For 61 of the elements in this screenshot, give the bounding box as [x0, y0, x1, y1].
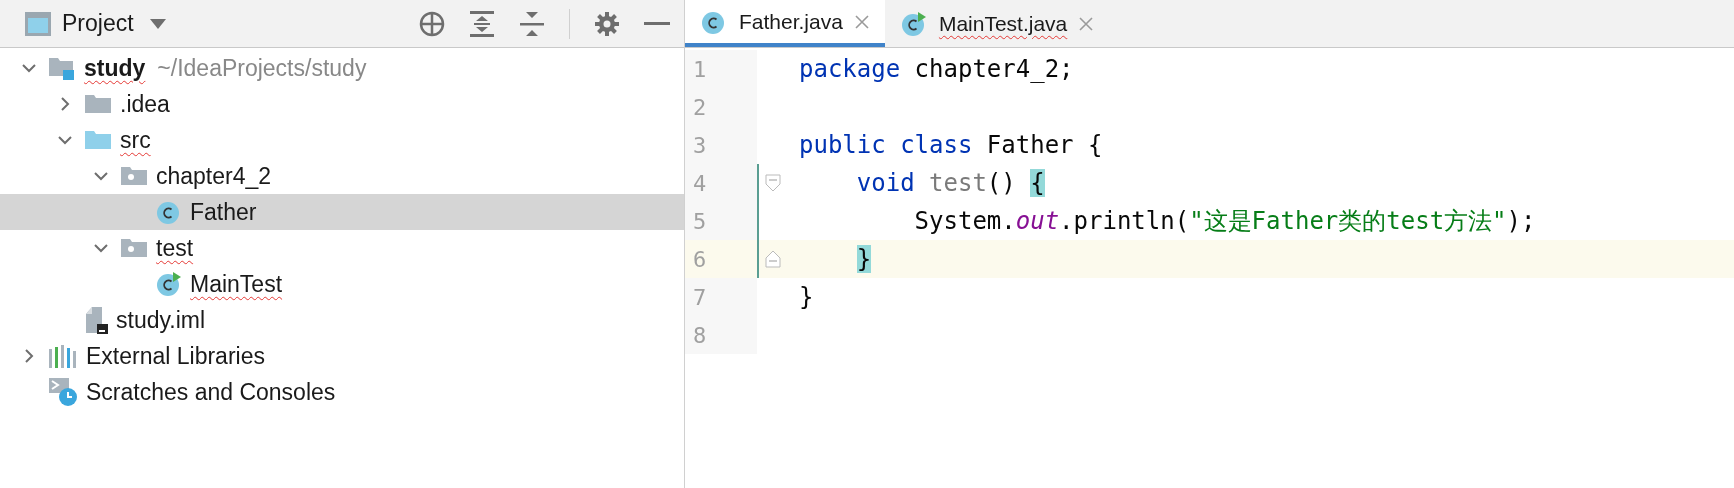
- tree-item[interactable]: test: [0, 230, 684, 266]
- library-bars-icon: [48, 343, 78, 369]
- caret-down-icon: [149, 18, 166, 29]
- tab-label: MainTest.java: [938, 10, 1068, 37]
- tree-item[interactable]: Father: [0, 194, 684, 230]
- expand-all-icon[interactable]: [469, 9, 495, 38]
- folder-icon: [84, 92, 112, 116]
- package-folder-icon: [120, 164, 148, 188]
- fold-marker-icon[interactable]: [765, 174, 781, 192]
- code-text: package chapter4_2;: [798, 54, 1074, 85]
- file-icon: [84, 306, 108, 334]
- crosshair-icon[interactable]: [419, 10, 445, 37]
- code-text: }: [855, 244, 872, 275]
- module-folder-icon: [48, 55, 76, 81]
- code-text: }: [798, 282, 814, 313]
- tree-item[interactable]: External Libraries: [0, 338, 684, 374]
- line-number: 3: [693, 131, 707, 160]
- tree-item-label: src: [120, 125, 151, 155]
- line-number: 2: [693, 93, 707, 122]
- runnable-class-icon: [156, 271, 182, 297]
- tree-item-label: test: [156, 233, 194, 263]
- line-number: 1: [693, 55, 707, 84]
- tree-item[interactable]: .idea: [0, 86, 684, 122]
- editor-tab[interactable]: Father.java: [685, 0, 885, 47]
- editor-tab[interactable]: MainTest.java: [884, 0, 1110, 47]
- close-icon[interactable]: [1079, 16, 1094, 31]
- settings-icon[interactable]: [594, 10, 620, 37]
- tree-item-label: study.iml: [116, 305, 206, 335]
- tree-item-label: Scratches and Consoles: [86, 377, 336, 407]
- tree-item-label: Father: [190, 197, 257, 227]
- folder-icon: [84, 128, 112, 152]
- tree-item-label: chapter4_2: [156, 161, 272, 191]
- console-clock-icon: [48, 377, 78, 407]
- package-folder-icon: [120, 236, 148, 260]
- runnable-class-icon: [900, 10, 927, 37]
- line-number: 8: [693, 321, 707, 350]
- tree-item-label: .idea: [120, 89, 170, 119]
- tree-item[interactable]: src: [0, 122, 684, 158]
- window-icon: [24, 10, 52, 37]
- line-number: 7: [693, 283, 707, 312]
- code-text: void test() {: [855, 168, 1045, 199]
- class-icon: [156, 199, 182, 225]
- tree-item[interactable]: Scratches and Consoles: [0, 374, 684, 410]
- close-icon[interactable]: [854, 14, 869, 29]
- tree-item[interactable]: MainTest: [0, 266, 684, 302]
- code-text: System.out.println("这是Father类的test方法");: [913, 206, 1536, 237]
- line-number: 5: [693, 207, 707, 236]
- tab-label: Father.java: [739, 8, 843, 35]
- line-number: 6: [693, 245, 707, 274]
- tree-item[interactable]: study ~/IdeaProjects/study: [0, 50, 684, 86]
- project-view-dropdown[interactable]: Project: [62, 6, 166, 41]
- project-path: ~/IdeaProjects/study: [157, 53, 367, 83]
- tree-item-label: External Libraries: [86, 341, 265, 371]
- tree-item[interactable]: chapter4_2: [0, 158, 684, 194]
- code-text: public class Father {: [798, 130, 1103, 161]
- collapse-all-icon[interactable]: [519, 9, 545, 38]
- line-number: 4: [693, 169, 707, 198]
- tree-item-label: study: [84, 53, 146, 83]
- tree-item[interactable]: study.iml: [0, 302, 684, 338]
- fold-marker-icon[interactable]: [765, 250, 781, 268]
- tree-item-label: MainTest: [190, 269, 283, 299]
